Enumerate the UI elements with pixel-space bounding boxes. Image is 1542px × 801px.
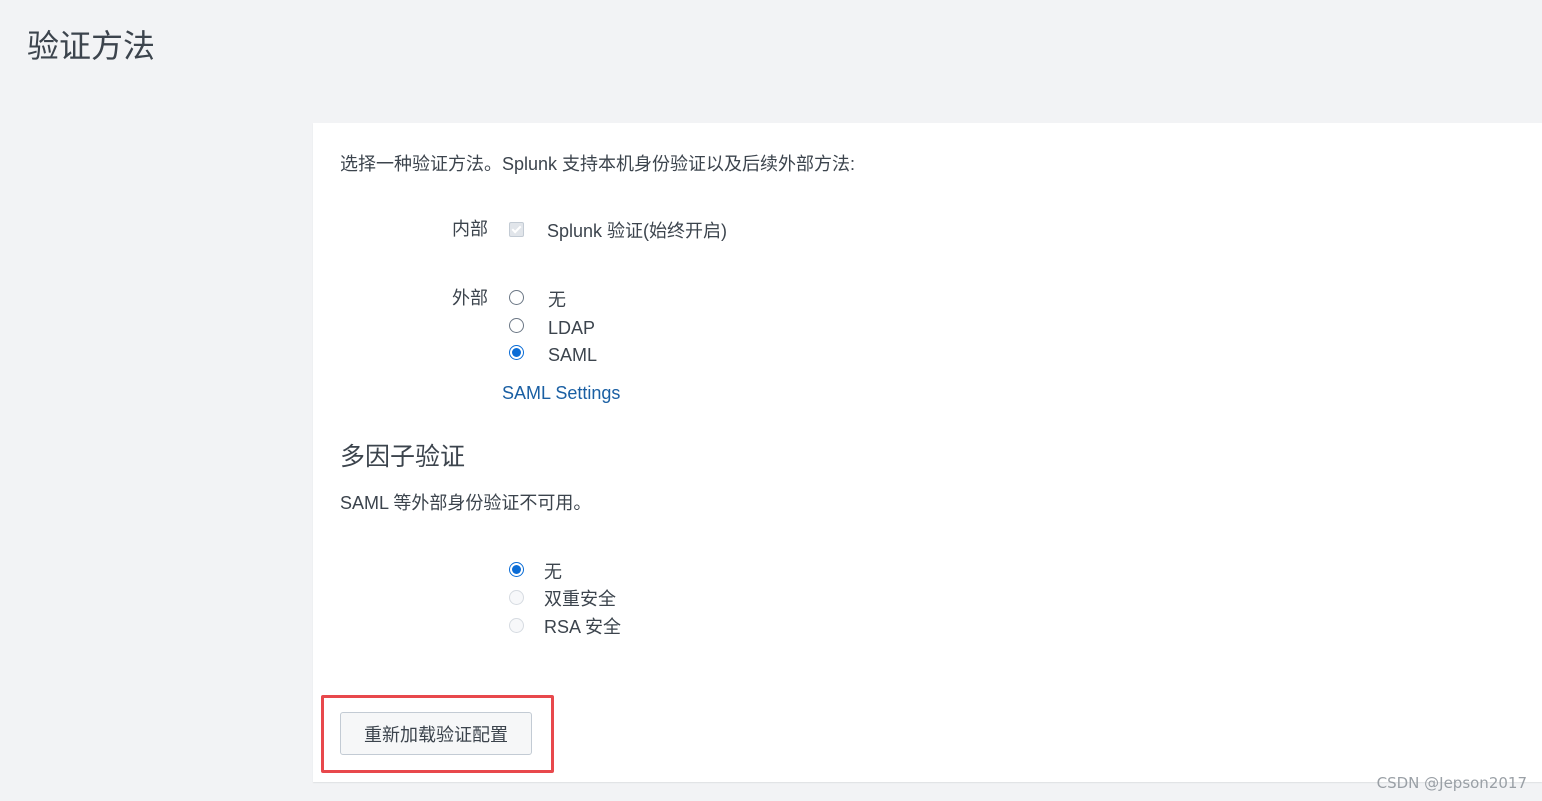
mfa-duo-radio: [509, 590, 524, 605]
mfa-rsa-radio: [509, 618, 524, 633]
mfa-none-label[interactable]: 无: [544, 560, 562, 584]
external-label: 外部: [452, 288, 488, 308]
page-title: 验证方法: [27, 28, 156, 64]
auth-intro-text: 选择一种验证方法。Splunk 支持本机身份验证以及后续外部方法:: [340, 154, 856, 174]
mfa-description: SAML 等外部身份验证不可用。: [340, 493, 592, 513]
saml-settings-link[interactable]: SAML Settings: [502, 381, 620, 405]
auth-method-panel: 选择一种验证方法。Splunk 支持本机身份验证以及后续外部方法: 内部 Spl…: [313, 123, 1542, 782]
splunk-auth-checkbox: [509, 222, 524, 237]
mfa-rsa-label: RSA 安全: [544, 617, 622, 637]
mfa-none-radio[interactable]: [509, 562, 524, 577]
external-none-radio[interactable]: [509, 290, 524, 305]
external-none-label[interactable]: 无: [548, 288, 566, 312]
mfa-duo-label: 双重安全: [544, 589, 616, 609]
external-ldap-label[interactable]: LDAP: [548, 316, 595, 340]
external-saml-label[interactable]: SAML: [548, 343, 597, 367]
external-ldap-radio[interactable]: [509, 318, 524, 333]
mfa-section-title: 多因子验证: [340, 443, 466, 471]
internal-label: 内部: [452, 219, 488, 239]
watermark-text: CSDN @Jepson2017: [1376, 774, 1527, 792]
external-saml-radio[interactable]: [509, 345, 524, 360]
reload-auth-config-button[interactable]: 重新加载验证配置: [340, 712, 532, 755]
splunk-auth-option-label: Splunk 验证(始终开启): [547, 221, 728, 241]
